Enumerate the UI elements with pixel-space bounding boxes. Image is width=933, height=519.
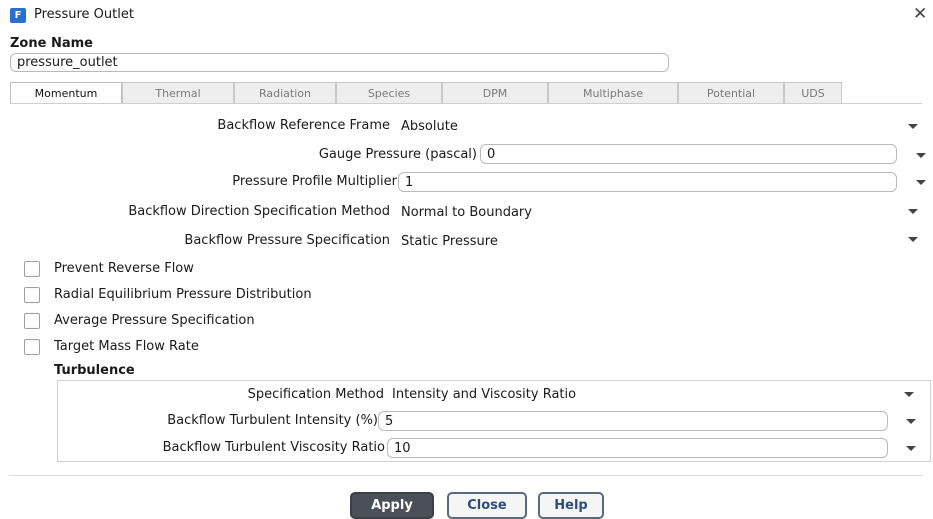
tab-potential[interactable]: Potential (678, 82, 784, 104)
window-title: Pressure Outlet (34, 7, 134, 22)
apply-button[interactable]: Apply (350, 492, 434, 519)
chevron-down-icon[interactable] (904, 392, 914, 397)
tab-uds[interactable]: UDS (784, 82, 842, 104)
specification-method-label: Specification Method (247, 387, 384, 402)
turbulence-heading: Turbulence (54, 363, 135, 378)
zone-name-input[interactable]: pressure_outlet (10, 53, 669, 72)
tab-divider (10, 103, 922, 104)
average-pressure-checkbox[interactable] (24, 313, 40, 329)
chevron-down-icon[interactable] (916, 153, 926, 158)
tab-radiation[interactable]: Radiation (234, 82, 336, 104)
backflow-pressure-spec-select[interactable]: Static Pressure (395, 232, 895, 251)
specification-method-select[interactable]: Intensity and Viscosity Ratio (386, 385, 886, 404)
chevron-down-icon[interactable] (906, 446, 916, 451)
backflow-direction-method-select[interactable]: Normal to Boundary (395, 203, 895, 222)
pressure-profile-multiplier-label: Pressure Profile Multiplier (232, 174, 397, 189)
chevron-down-icon[interactable] (908, 237, 918, 242)
zone-name-label: Zone Name (10, 36, 93, 51)
turbulent-intensity-input[interactable]: 5 (378, 411, 888, 431)
chevron-down-icon[interactable] (908, 124, 918, 129)
gauge-pressure-input[interactable]: 0 (480, 144, 897, 164)
tab-multiphase[interactable]: Multiphase (548, 82, 678, 104)
average-pressure-label: Average Pressure Specification (54, 313, 255, 328)
pressure-profile-multiplier-input[interactable]: 1 (398, 172, 897, 192)
tab-bar: Momentum Thermal Radiation Species DPM M… (10, 82, 922, 104)
fluent-app-icon (10, 8, 26, 23)
prevent-reverse-flow-label: Prevent Reverse Flow (54, 261, 194, 276)
tab-dpm[interactable]: DPM (442, 82, 548, 104)
backflow-direction-method-label: Backflow Direction Specification Method (128, 204, 390, 219)
radial-equilibrium-checkbox[interactable] (24, 287, 40, 303)
backflow-pressure-spec-label: Backflow Pressure Specification (184, 233, 390, 248)
chevron-down-icon[interactable] (916, 180, 926, 185)
tab-momentum[interactable]: Momentum (10, 82, 122, 104)
prevent-reverse-flow-checkbox[interactable] (24, 261, 40, 277)
backflow-reference-frame-select[interactable]: Absolute (395, 117, 895, 136)
chevron-down-icon[interactable] (906, 419, 916, 424)
chevron-down-icon[interactable] (908, 209, 918, 214)
close-button[interactable]: Close (447, 492, 527, 519)
footer-divider (9, 475, 924, 476)
gauge-pressure-label: Gauge Pressure (pascal) (318, 147, 477, 162)
target-mass-flow-checkbox[interactable] (24, 339, 40, 355)
backflow-reference-frame-label: Backflow Reference Frame (217, 118, 390, 133)
viscosity-ratio-label: Backflow Turbulent Viscosity Ratio (162, 440, 385, 455)
close-icon[interactable]: ✕ (913, 4, 927, 24)
help-button[interactable]: Help (538, 492, 604, 519)
turbulent-intensity-label: Backflow Turbulent Intensity (%) (167, 413, 378, 428)
target-mass-flow-label: Target Mass Flow Rate (54, 339, 199, 354)
tab-species[interactable]: Species (336, 82, 442, 104)
tab-thermal[interactable]: Thermal (122, 82, 234, 104)
viscosity-ratio-input[interactable]: 10 (387, 438, 888, 458)
radial-equilibrium-label: Radial Equilibrium Pressure Distribution (54, 287, 312, 302)
